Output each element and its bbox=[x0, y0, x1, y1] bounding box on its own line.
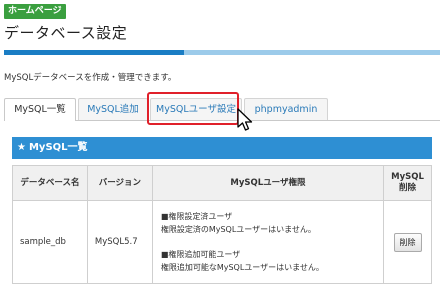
mouse-cursor-icon bbox=[237, 108, 253, 131]
perm-add-title: ■権限追加可能ユーザ bbox=[160, 250, 241, 259]
perm-add-value: 権限追加可能なMySQLユーザーはいません。 bbox=[160, 263, 324, 272]
page-description: MySQLデータベースを作成・管理できます。 bbox=[4, 73, 177, 83]
panel-header: ★ MySQL一覧 bbox=[12, 137, 432, 159]
perm-set-value: 権限設定済のMySQLユーザーはいません。 bbox=[160, 225, 316, 234]
table-header-row: データベース名 バージョン MySQLユーザ権限 MySQL 削除 bbox=[12, 165, 432, 201]
cell-delete: 削除 bbox=[383, 200, 432, 284]
title-underline bbox=[4, 50, 440, 55]
col-delete-line2: 削除 bbox=[399, 183, 417, 193]
page-title: データベース設定 bbox=[4, 24, 128, 42]
home-badge[interactable]: ホームページ bbox=[4, 4, 66, 19]
col-user-permissions: MySQLユーザ権限 bbox=[151, 165, 385, 201]
tab-phpmyadmin[interactable]: phpmyadmin bbox=[244, 98, 328, 120]
tab-bar: MySQL一覧 MySQL追加 MySQLユーザ設定 phpmyadmin bbox=[4, 98, 440, 121]
mysql-table: データベース名 バージョン MySQLユーザ権限 MySQL 削除 sample… bbox=[12, 165, 432, 284]
cell-db-name: sample_db bbox=[12, 200, 88, 284]
tab-mysql-add[interactable]: MySQL追加 bbox=[78, 98, 148, 120]
col-db-name: データベース名 bbox=[12, 165, 88, 201]
title-underline-light bbox=[184, 50, 440, 55]
perm-set-title: ■権限設定済ユーザ bbox=[160, 212, 233, 221]
tab-mysql-list[interactable]: MySQL一覧 bbox=[4, 98, 76, 121]
col-delete: MySQL 削除 bbox=[383, 165, 432, 201]
table-row: sample_db MySQL5.7 ■権限設定済ユーザ 権限設定済のMySQL… bbox=[12, 200, 432, 284]
star-icon: ★ bbox=[17, 142, 26, 153]
cell-user-permissions: ■権限設定済ユーザ 権限設定済のMySQLユーザーはいません。 ■権限追加可能ユ… bbox=[151, 200, 385, 284]
col-delete-line1: MySQL bbox=[391, 172, 424, 182]
cell-version: MySQL5.7 bbox=[86, 200, 153, 284]
panel-title: MySQL一覧 bbox=[28, 142, 88, 153]
title-underline-dark bbox=[4, 50, 184, 55]
delete-button[interactable]: 削除 bbox=[393, 232, 422, 252]
col-version: バージョン bbox=[86, 165, 153, 201]
tab-mysql-user-settings[interactable]: MySQLユーザ設定 bbox=[150, 98, 242, 120]
